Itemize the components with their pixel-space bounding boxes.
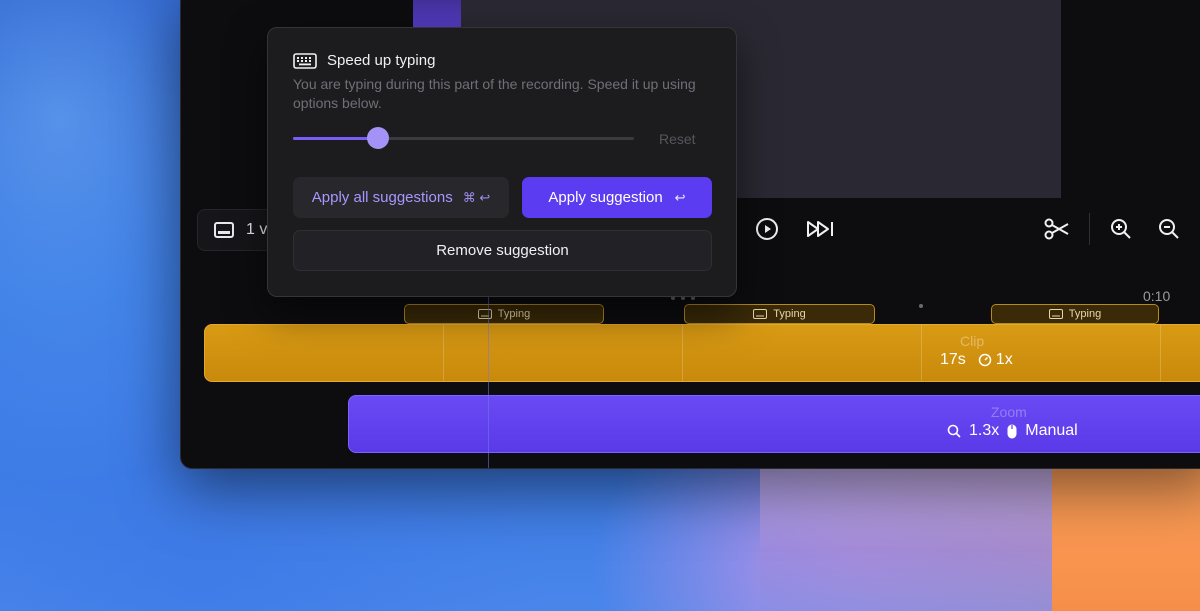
keyboard-icon bbox=[1048, 309, 1063, 319]
speed-gauge-icon bbox=[978, 353, 992, 367]
ruler-tick bbox=[919, 304, 923, 308]
apply-all-shortcut: ⌘ ↩ bbox=[462, 189, 491, 205]
clip-segment-divider bbox=[682, 325, 683, 381]
skip-forward-button[interactable] bbox=[805, 215, 837, 243]
keyboard-icon bbox=[477, 309, 492, 319]
clip-segment-divider bbox=[1160, 325, 1161, 381]
keyboard-icon bbox=[293, 52, 317, 69]
typing-chip-label: Typing bbox=[1068, 308, 1102, 320]
clip-title: Clip bbox=[960, 333, 985, 349]
remove-label: Remove suggestion bbox=[436, 242, 569, 259]
clip-segment-divider bbox=[443, 325, 444, 381]
play-icon bbox=[756, 218, 778, 240]
zoom-title: Zoom bbox=[991, 404, 1027, 420]
popover-header: Speed up typing bbox=[293, 52, 435, 69]
toolbar-divider bbox=[1089, 213, 1090, 245]
cut-button[interactable] bbox=[1043, 215, 1071, 243]
apply-suggestion-button[interactable]: Apply suggestion ↩ bbox=[522, 177, 712, 218]
typing-chip[interactable]: Typing bbox=[991, 304, 1159, 324]
wallpaper-glow bbox=[1052, 460, 1200, 611]
zoom-in-button[interactable] bbox=[1107, 215, 1135, 243]
zoom-track[interactable]: Zoom 1.3x Manual bbox=[348, 395, 1200, 453]
apply-label: Apply suggestion bbox=[548, 189, 663, 206]
zoom-mode: Manual bbox=[1025, 422, 1078, 439]
speed-up-typing-popover: Speed up typing You are typing during th… bbox=[267, 27, 737, 297]
reset-button[interactable]: Reset bbox=[659, 131, 696, 147]
play-button[interactable] bbox=[753, 215, 781, 243]
typing-chip[interactable]: Typing bbox=[684, 304, 875, 324]
zoom-info: 1.3x Manual bbox=[947, 422, 1078, 440]
apply-shortcut: ↩ bbox=[674, 189, 686, 205]
layout-icon bbox=[214, 222, 234, 238]
apply-all-suggestions-button[interactable]: Apply all suggestions ⌘ ↩ bbox=[293, 177, 509, 218]
magnifier-icon bbox=[947, 424, 961, 438]
popover-description: You are typing during this part of the r… bbox=[293, 76, 696, 111]
zoom-out-icon bbox=[1159, 219, 1179, 239]
skip-forward-icon bbox=[807, 221, 833, 237]
zoom-in-icon bbox=[1111, 219, 1131, 239]
speed-slider-fill bbox=[293, 137, 379, 140]
popover-title: Speed up typing bbox=[327, 52, 436, 69]
typing-chip-label: Typing bbox=[773, 308, 806, 320]
zoom-out-button[interactable] bbox=[1155, 215, 1183, 243]
apply-all-label: Apply all suggestions bbox=[311, 189, 453, 206]
speed-slider[interactable] bbox=[293, 127, 634, 149]
clip-speed: 1x bbox=[995, 351, 1013, 368]
clip-track[interactable]: Clip 17s 1x bbox=[204, 324, 1200, 382]
ruler-time-label: 0:10 bbox=[1143, 288, 1171, 304]
zoom-level: 1.3x bbox=[969, 422, 1000, 439]
typing-chip-label: Typing bbox=[497, 308, 531, 320]
clip-duration: 17s bbox=[940, 351, 966, 368]
playhead[interactable] bbox=[488, 287, 489, 468]
mouse-icon bbox=[1007, 424, 1017, 438]
remove-suggestion-button[interactable]: Remove suggestion bbox=[293, 230, 712, 271]
typing-chip[interactable]: Typing bbox=[404, 304, 604, 324]
clip-segment-divider bbox=[921, 325, 922, 381]
scissors-icon bbox=[1044, 218, 1069, 240]
keyboard-icon bbox=[753, 309, 768, 319]
clip-info: 17s 1x bbox=[940, 351, 1013, 369]
wallpaper-light bbox=[760, 460, 1055, 611]
speed-slider-handle[interactable] bbox=[367, 127, 390, 149]
